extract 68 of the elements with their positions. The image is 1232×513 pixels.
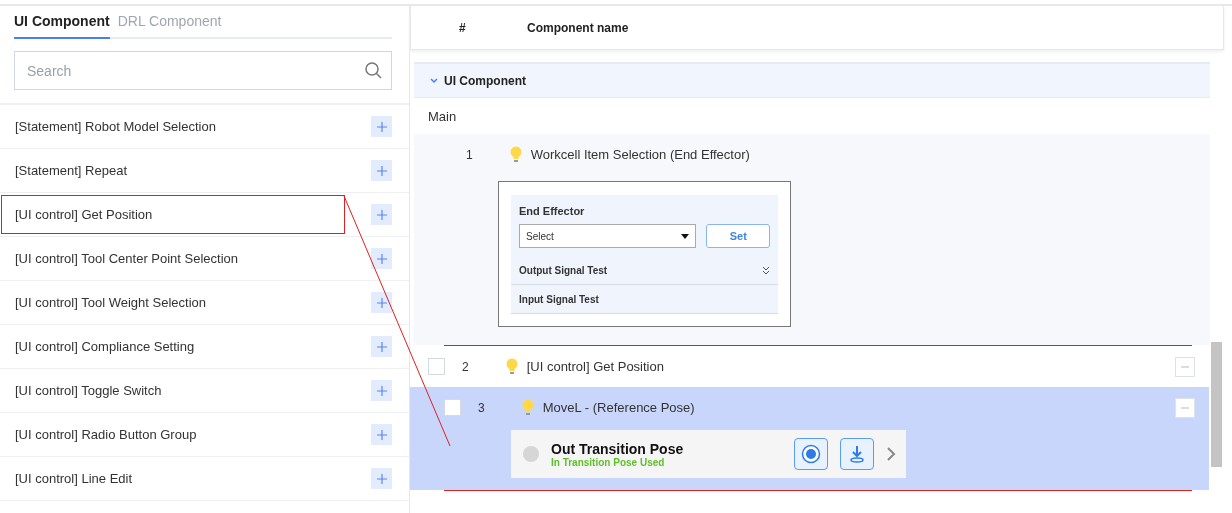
widget-section-title: Output Signal Test (519, 264, 608, 276)
pose-title: Out Transition Pose (551, 440, 685, 457)
plus-icon (376, 429, 387, 440)
chevron-right-icon[interactable] (886, 446, 896, 462)
lightbulb-icon (521, 399, 534, 416)
download-icon (848, 444, 866, 464)
component-name: Workcell Item Selection (End Effector) (530, 147, 750, 162)
search-field[interactable]: Search (14, 51, 392, 90)
plus-icon (376, 385, 387, 396)
row-checkbox[interactable] (444, 399, 461, 416)
caret-icon (681, 233, 690, 239)
add-button[interactable] (371, 424, 392, 445)
plus-icon (376, 341, 387, 352)
add-button[interactable] (371, 248, 392, 269)
component-item[interactable]: [UI control] Toggle Switch (1, 371, 345, 410)
tab[interactable]: UI Component (14, 10, 110, 39)
component-item[interactable]: [UI control] Get Position (1, 195, 345, 234)
add-button[interactable] (371, 204, 392, 225)
collapse-button[interactable] (1175, 356, 1195, 377)
double-chevron-icon[interactable] (762, 265, 770, 275)
download-button[interactable] (840, 438, 874, 470)
group-label: Main (427, 107, 458, 126)
lightbulb-icon (505, 358, 518, 375)
add-button[interactable] (371, 160, 392, 181)
lightbulb-icon (509, 146, 522, 163)
plus-icon (376, 253, 387, 264)
component-name: MoveL - (Reference Pose) (542, 400, 695, 415)
collapse-button[interactable] (1175, 397, 1195, 418)
pose-status: In Transition Pose Used (551, 456, 666, 468)
plus-icon (376, 209, 387, 220)
add-button[interactable] (371, 116, 392, 137)
component-name: [UI control] Get Position (526, 359, 664, 374)
plus-icon (376, 121, 387, 132)
component-item[interactable]: [UI control] Tool Center Point Selection (1, 239, 345, 278)
scrollbar-thumb[interactable] (1211, 342, 1222, 467)
widget-heading: End Effector (519, 205, 586, 217)
table-row[interactable]: 3 MoveL - (Reference Pose) Out Transition Pose In Transition Pose Used (410, 387, 1209, 490)
add-button[interactable] (371, 292, 392, 313)
widget-section-title: Input Signal Test (519, 293, 599, 305)
add-button[interactable] (371, 380, 392, 401)
set-button[interactable]: Set (706, 224, 770, 248)
column-header: Component name (527, 20, 630, 35)
search-icon[interactable] (365, 62, 382, 79)
component-item[interactable]: [UI control] Tool Weight Selection (1, 283, 345, 322)
component-item[interactable]: [UI control] Compliance Setting (1, 327, 345, 366)
status-dot (523, 446, 539, 462)
add-button[interactable] (371, 336, 392, 357)
component-item[interactable]: [UI control] Line Edit (1, 459, 345, 498)
section-header[interactable]: UI Component (414, 62, 1210, 98)
row-number: 1 (466, 147, 473, 162)
row-number: 2 (462, 359, 469, 374)
row-number: 3 (478, 400, 485, 415)
plus-icon (376, 473, 387, 484)
column-header: # (459, 20, 467, 35)
component-item[interactable]: [Statement] Repeat (1, 151, 345, 190)
minus-icon (1181, 406, 1189, 409)
select-dropdown[interactable]: Select (519, 224, 697, 248)
record-icon (801, 444, 821, 464)
record-button[interactable] (794, 438, 828, 470)
plus-icon (376, 165, 387, 176)
plus-icon (376, 297, 387, 308)
row-checkbox[interactable] (428, 358, 445, 375)
component-item[interactable]: [UI control] Radio Button Group (1, 415, 345, 454)
component-item[interactable]: [Statement] Robot Model Selection (1, 107, 345, 146)
section-title: UI Component (444, 73, 526, 88)
add-button[interactable] (371, 468, 392, 489)
table-row[interactable]: 1 Workcell Item Selection (End Effector) End Effector Select Set Output Signal Test Input Signal Test (414, 134, 1210, 345)
minus-icon (1181, 365, 1189, 368)
